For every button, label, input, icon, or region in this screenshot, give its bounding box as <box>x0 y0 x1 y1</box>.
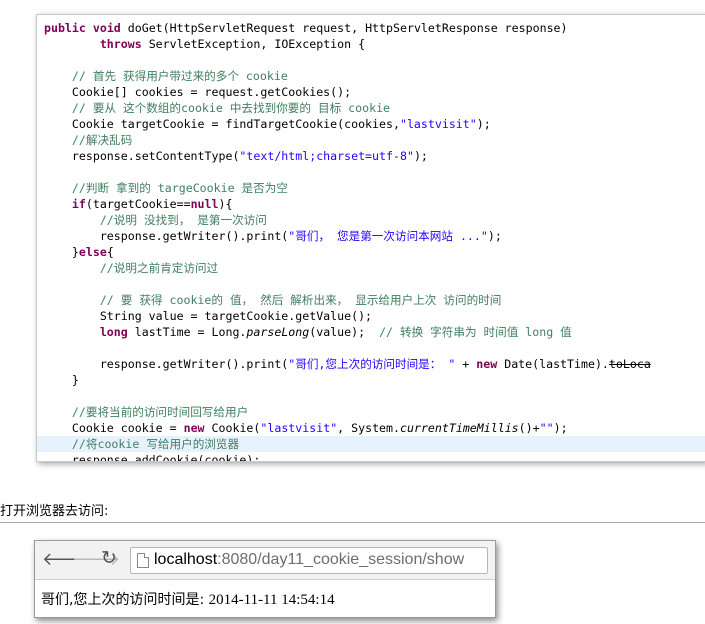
browser-window: 🡐 🡒 ↻ localhost:8080/day11_cookie_sessio… <box>34 540 496 618</box>
code-line: public void doGet(HttpServletRequest req… <box>43 21 568 35</box>
code-line: if(targetCookie==null){ <box>71 197 233 211</box>
url-text[interactable]: localhost:8080/day11_cookie_session/show <box>154 551 464 569</box>
reload-icon[interactable]: ↻ <box>101 549 117 569</box>
code-line: //解决乱码 <box>71 133 133 147</box>
code-line: //判断 拿到的 targeCookie 是否为空 <box>71 181 288 195</box>
code-line-highlighted: //将cookie 写给用户的浏览器 <box>37 436 705 452</box>
code-line: Cookie cookie = new Cookie("lastvisit", … <box>37 421 568 435</box>
code-line: response.getWriter().print("哥们,您上次的访问时间是… <box>37 357 651 371</box>
browser-page-content: 哥们,您上次的访问时间是: 2014-11-11 14:54:14 <box>41 589 335 609</box>
code-line: // 要 获得 cookie的 值， 然后 解析出来， 显示给用户上次 访问的时… <box>99 293 502 307</box>
code-line: Cookie[] cookies = request.getCookies(); <box>37 85 352 99</box>
code-line: throws ServletException, IOException { <box>99 37 366 51</box>
code-line: String value = targetCookie.getValue(); <box>37 309 373 323</box>
code-line: // 要从 这个数组的cookie 中去找到你要的 目标 cookie <box>71 101 391 115</box>
url-host: localhost <box>154 551 218 568</box>
code-line: Cookie targetCookie = findTargetCookie(c… <box>37 117 491 131</box>
code-line: response.setContentType("text/html;chars… <box>37 149 428 163</box>
visit-timestamp: 2014-11-11 14:54:14 <box>208 592 335 608</box>
caption-text: 打开浏览器去访问: <box>0 504 109 519</box>
code-editor-panel: public void doGet(HttpServletRequest req… <box>36 14 705 462</box>
page-icon <box>137 553 149 568</box>
code-line: //说明 没找到， 是第一次访问 <box>99 213 267 227</box>
code-line: //说明之前肯定访问过 <box>99 261 219 275</box>
code-line: //要将当前的访问时间回写给用户 <box>71 405 249 419</box>
code-line: // 首先 获得用户带过来的多个 cookie <box>71 69 288 83</box>
code-line: response.getWriter().print("哥们， 您是第一次访问本… <box>37 229 502 243</box>
code-line: } <box>37 373 79 387</box>
visit-message: 哥们,您上次的访问时间是: <box>41 592 209 608</box>
code-line: long lastTime = Long.parseLong(value); /… <box>99 325 572 339</box>
code-line: }else{ <box>37 245 114 259</box>
url-path: :8080/day11_cookie_session/show <box>217 551 465 568</box>
address-bar[interactable]: localhost:8080/day11_cookie_session/show <box>130 547 488 574</box>
divider <box>0 522 705 523</box>
browser-toolbar: 🡐 🡒 ↻ localhost:8080/day11_cookie_sessio… <box>35 541 495 580</box>
code-line: response.addCookie(cookie); <box>37 453 261 462</box>
